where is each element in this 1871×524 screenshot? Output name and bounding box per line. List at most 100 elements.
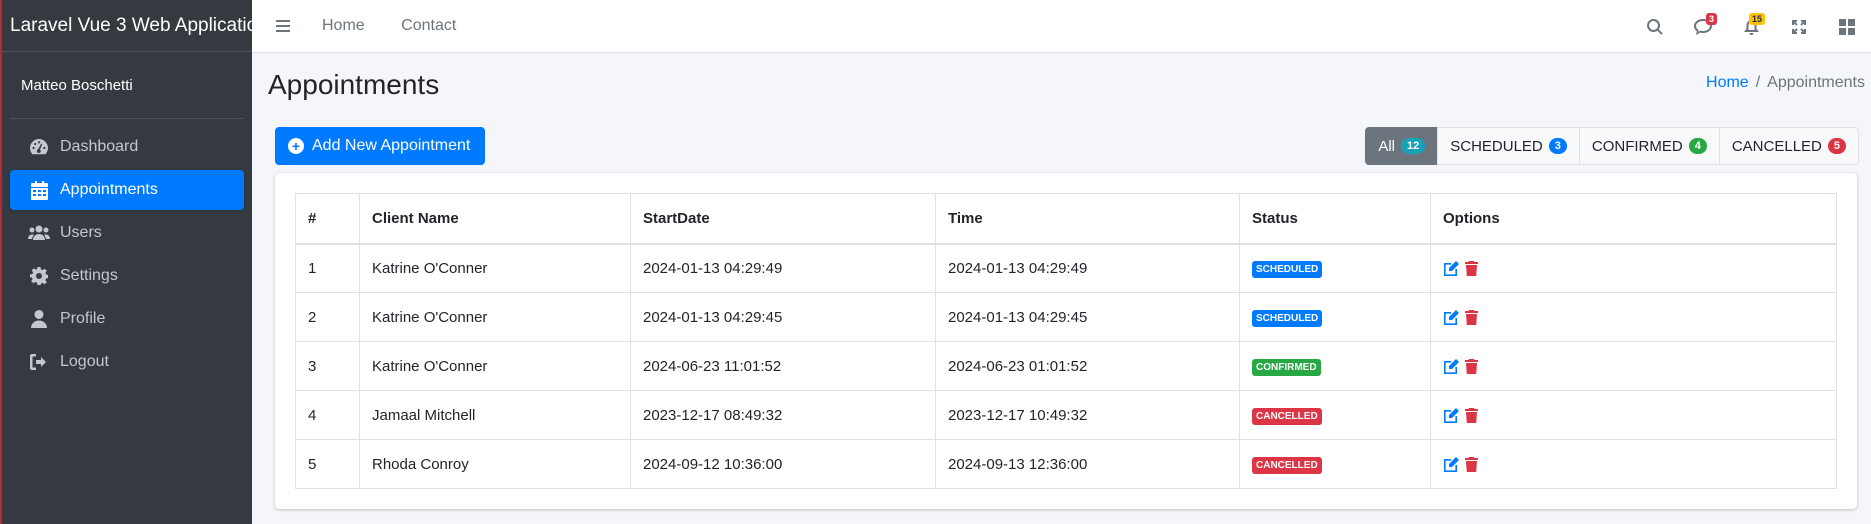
cell-start-date: 2024-06-23 11:01:52 [630, 341, 936, 391]
status-badge: SCHEDULED [1252, 309, 1323, 327]
gear-icon [28, 265, 50, 287]
filter-cancelled-button[interactable]: CANCELLED 5 [1718, 127, 1859, 165]
control-sidebar-icon[interactable] [1823, 0, 1871, 53]
edit-icon[interactable] [1443, 407, 1459, 424]
page-title: Appointments [268, 69, 440, 100]
cell-start-date: 2024-01-13 04:29:49 [630, 243, 936, 293]
status-badge: CANCELLED [1252, 456, 1322, 474]
cell-status: CANCELLED [1239, 390, 1431, 440]
sidebar: Laravel Vue 3 Web Application Matteo Bos… [0, 0, 268, 524]
status-badge: CANCELLED [1252, 407, 1322, 425]
nav-link-contact[interactable]: Contact [401, 17, 456, 34]
table-row: 4 Jamaal Mitchell 2023-12-17 08:49:32 2023-… [295, 390, 1837, 440]
cell-options [1430, 439, 1837, 489]
menu-toggle-icon[interactable] [276, 17, 290, 35]
cell-start-date: 2024-09-12 10:36:00 [630, 439, 936, 489]
column-header-number: # [295, 193, 360, 245]
table-header-row: # Client Name StartDate Time Status Opti… [295, 193, 1837, 245]
sidebar-item-label: Users [60, 224, 102, 241]
column-header-options: Options [1430, 193, 1837, 245]
cell-client-name: Katrine O'Conner [359, 292, 631, 342]
breadcrumb-current: Appointments [1767, 74, 1865, 91]
sidebar-item-appointments[interactable]: Appointments [10, 170, 244, 210]
table-row: 2 Katrine O'Conner 2024-01-13 04:29:45 2024… [295, 292, 1837, 342]
calendar-icon [28, 179, 50, 201]
bell-icon[interactable]: 15 [1727, 0, 1775, 53]
top-navbar: Home Contact 3 15 [252, 0, 1871, 53]
sidebar-nav: Dashboard Appointments Users Settings Pr… [2, 119, 252, 382]
sidebar-item-users[interactable]: Users [10, 213, 244, 253]
breadcrumb: Home / Appointments [1706, 74, 1865, 91]
trash-icon[interactable] [1465, 260, 1479, 277]
column-header-status: Status [1239, 193, 1431, 245]
cell-number: 5 [295, 439, 360, 489]
edit-icon[interactable] [1443, 358, 1459, 375]
brand-link[interactable]: Laravel Vue 3 Web Application [2, 0, 268, 52]
cell-client-name: Rhoda Conroy [359, 439, 631, 489]
content-wrapper: Appointments Home / Appointments + Add New… [252, 53, 1871, 524]
column-header-time: Time [935, 193, 1240, 245]
sidebar-item-label: Dashboard [60, 138, 139, 155]
edit-icon[interactable] [1443, 309, 1459, 326]
status-filter-group: All 12 SCHEDULED 3 CONFIRMED 4 CANCELLED… [1365, 127, 1859, 165]
logout-icon [28, 351, 50, 373]
table-row: 3 Katrine O'Conner 2024-06-23 11:01:52 2024… [295, 341, 1837, 391]
dashboard-icon [28, 136, 50, 158]
count-badge: 4 [1688, 138, 1707, 154]
filter-confirmed-button[interactable]: CONFIRMED 4 [1578, 127, 1720, 165]
user-name: Matteo Boschetti [21, 76, 133, 94]
messages-count-badge: 3 [1705, 13, 1717, 25]
cell-options [1430, 292, 1837, 342]
top-nav-links: Home Contact [322, 17, 488, 35]
cell-status: SCHEDULED [1239, 243, 1431, 293]
cell-status: CANCELLED [1239, 439, 1431, 489]
edit-icon[interactable] [1443, 456, 1459, 473]
users-icon [28, 222, 50, 244]
appointments-card: # Client Name StartDate Time Status Opti… [275, 173, 1857, 509]
cell-start-date: 2024-01-13 04:29:45 [630, 292, 936, 342]
cell-number: 3 [295, 341, 360, 391]
cell-time: 2024-01-13 04:29:45 [935, 292, 1240, 342]
count-badge: 3 [1548, 138, 1567, 154]
sidebar-item-profile[interactable]: Profile [10, 299, 244, 339]
breadcrumb-home[interactable]: Home [1706, 74, 1749, 91]
sidebar-item-settings[interactable]: Settings [10, 256, 244, 296]
search-icon[interactable] [1631, 0, 1679, 53]
appointments-table: # Client Name StartDate Time Status Opti… [295, 193, 1837, 489]
fullscreen-icon[interactable] [1775, 0, 1823, 53]
cell-status: SCHEDULED [1239, 292, 1431, 342]
sidebar-item-label: Appointments [60, 181, 158, 198]
cell-number: 1 [295, 243, 360, 293]
cell-options [1430, 390, 1837, 440]
cell-number: 2 [295, 292, 360, 342]
cell-time: 2024-09-13 12:36:00 [935, 439, 1240, 489]
cell-client-name: Katrine O'Conner [359, 341, 631, 391]
trash-icon[interactable] [1465, 456, 1479, 473]
trash-icon[interactable] [1465, 309, 1479, 326]
trash-icon[interactable] [1465, 358, 1479, 375]
edit-icon[interactable] [1443, 260, 1459, 277]
brand-title: Laravel Vue 3 Web Application [10, 14, 268, 36]
messages-icon[interactable]: 3 [1679, 0, 1727, 53]
cell-time: 2024-06-23 01:01:52 [935, 341, 1240, 391]
user-panel[interactable]: Matteo Boschetti [10, 52, 244, 119]
count-badge: 12 [1400, 138, 1426, 154]
filter-all-button[interactable]: All 12 [1365, 127, 1439, 165]
cell-options [1430, 341, 1837, 391]
add-appointment-button[interactable]: + Add New Appointment [275, 127, 486, 165]
nav-link-home[interactable]: Home [322, 17, 365, 34]
plus-circle-icon: + [288, 138, 304, 154]
table-row: 5 Rhoda Conroy 2024-09-12 10:36:00 2024-09-… [295, 439, 1837, 489]
navbar-right: 3 15 [1631, 0, 1871, 53]
trash-icon[interactable] [1465, 407, 1479, 424]
status-badge: CONFIRMED [1252, 358, 1321, 376]
cell-status: CONFIRMED [1239, 341, 1431, 391]
cell-time: 2023-12-17 10:49:32 [935, 390, 1240, 440]
sidebar-item-dashboard[interactable]: Dashboard [10, 127, 244, 167]
cell-options [1430, 243, 1837, 293]
cell-time: 2024-01-13 04:29:49 [935, 243, 1240, 293]
notifications-count-badge: 15 [1748, 13, 1765, 25]
sidebar-item-label: Settings [60, 267, 118, 284]
filter-scheduled-button[interactable]: SCHEDULED 3 [1437, 127, 1580, 165]
sidebar-item-logout[interactable]: Logout [10, 342, 244, 382]
